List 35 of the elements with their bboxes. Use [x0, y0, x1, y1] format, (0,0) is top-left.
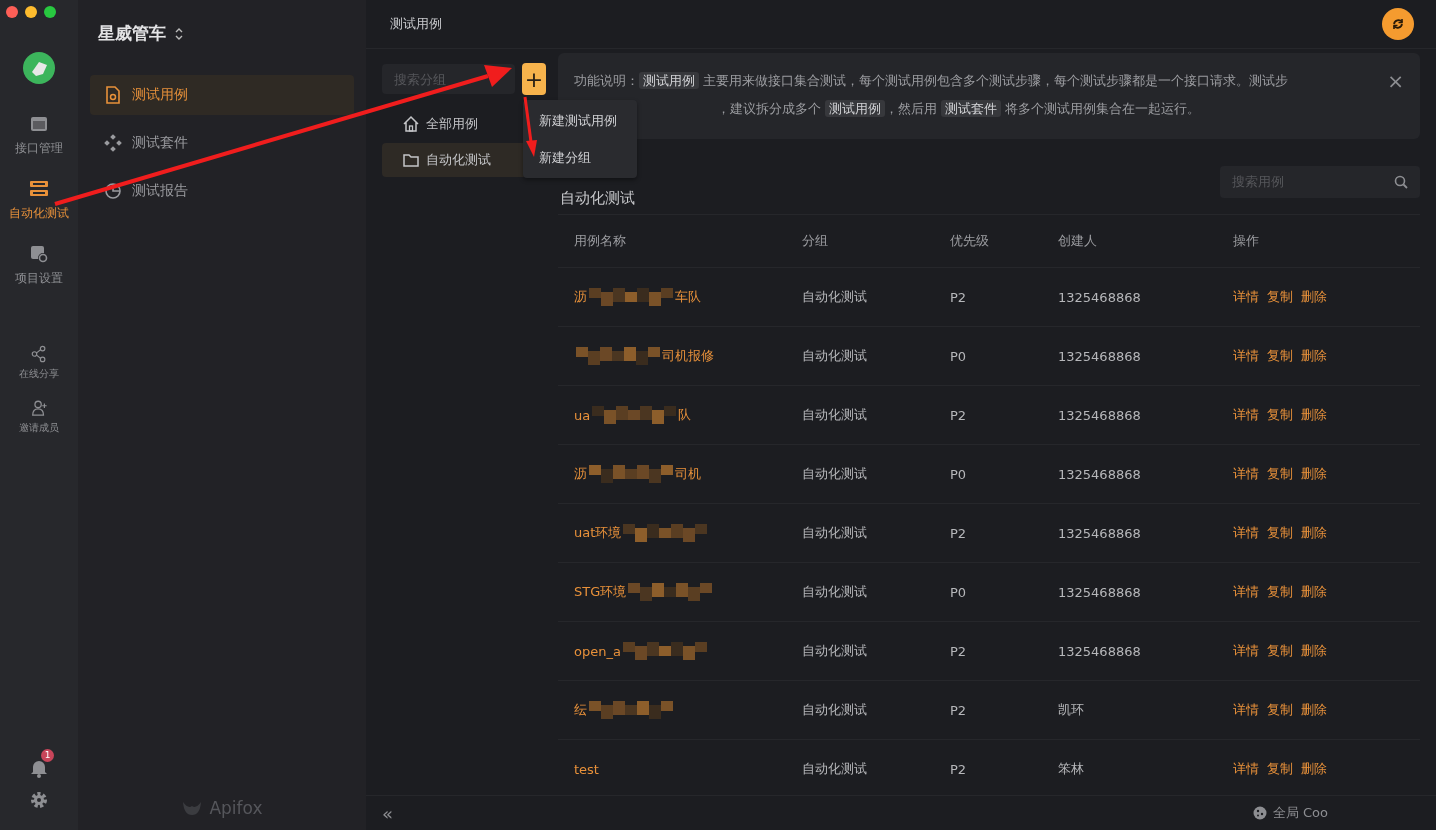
table-cell: 凯环	[1057, 680, 1232, 740]
table-cell: P0	[949, 326, 1057, 386]
table-cell: 自动化测试	[801, 739, 949, 798]
column-header: 用例名称	[558, 214, 801, 268]
column-header: 分组	[801, 214, 949, 268]
table-cell: 自动化测试	[801, 680, 949, 740]
table-cell: 自动化测试	[801, 562, 949, 622]
table-cell: 1325468868	[1057, 621, 1232, 681]
table-cell: 自动化测试	[801, 385, 949, 445]
table-cell: 1325468868	[1057, 562, 1232, 622]
column-header: 优先级	[949, 214, 1057, 268]
table-cell: 1325468868	[1057, 326, 1232, 386]
table-cell: 1325468868	[1057, 385, 1232, 445]
table-cell: P2	[949, 503, 1057, 563]
column-header: 创建人	[1057, 214, 1232, 268]
table-cell: 1325468868	[1057, 267, 1232, 327]
table-cell: 1325468868	[1057, 503, 1232, 563]
table-cell: 笨林	[1057, 739, 1232, 798]
table-cell: P0	[949, 444, 1057, 504]
notification-badge: 1	[41, 749, 54, 762]
column-header: 操作	[1232, 214, 1420, 268]
table-cell: 1325468868	[1057, 444, 1232, 504]
table-cell: P2	[949, 621, 1057, 681]
window-title: 测试用例	[390, 15, 442, 33]
table-cell: 自动化测试	[801, 267, 949, 327]
table-cell: 自动化测试	[801, 503, 949, 563]
table-cell: P2	[949, 385, 1057, 445]
table-cell: 自动化测试	[801, 621, 949, 681]
table-cell: 自动化测试	[801, 444, 949, 504]
table-cell: 自动化测试	[801, 326, 949, 386]
table-cell: P2	[949, 267, 1057, 327]
list-heading: 自动化测试	[560, 189, 635, 208]
table-cell: P0	[949, 562, 1057, 622]
table-cell: P2	[949, 680, 1057, 740]
table-cell: P2	[949, 739, 1057, 798]
